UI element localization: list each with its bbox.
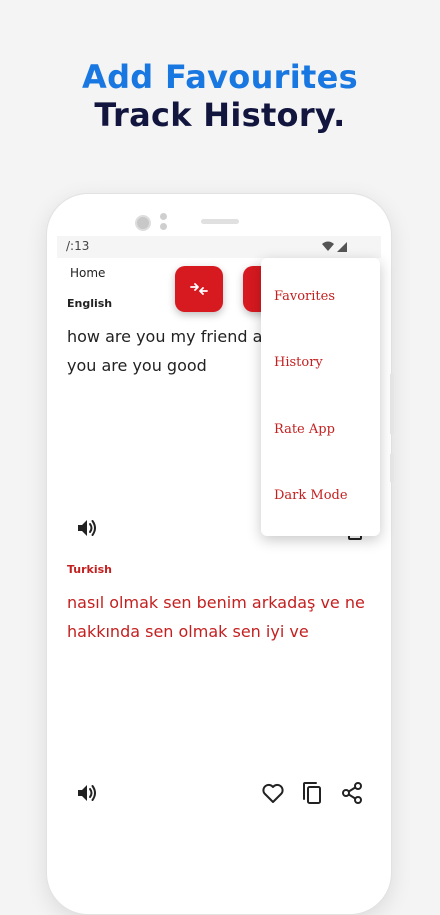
promo-headline-line2: Track History. — [94, 96, 346, 134]
sensor-dot — [160, 213, 167, 220]
phone-side-button — [390, 374, 394, 434]
share-icon[interactable] — [340, 781, 364, 805]
menu-item-dark-mode[interactable]: Dark Mode — [274, 488, 348, 503]
speaker-icon[interactable] — [76, 782, 100, 804]
swap-languages-button[interactable] — [175, 266, 223, 312]
phone-side-button — [390, 454, 394, 482]
app-bar-title: Home — [70, 266, 106, 280]
overflow-menu: Favorites History Rate App Dark Mode — [261, 258, 380, 536]
wifi-icon — [322, 241, 334, 251]
target-language-label: Turkish — [67, 563, 113, 576]
front-camera — [135, 215, 151, 231]
menu-item-rate-app[interactable]: Rate App — [274, 422, 335, 437]
earpiece-speaker — [201, 219, 239, 224]
menu-item-history[interactable]: History — [274, 355, 323, 370]
status-icons — [322, 241, 347, 252]
speaker-icon[interactable] — [76, 517, 100, 539]
signal-icon — [337, 242, 347, 252]
promo-headline-line1: Add Favourites — [82, 58, 358, 96]
copy-icon[interactable] — [300, 780, 324, 806]
source-language-label: English — [67, 297, 113, 310]
heart-icon[interactable] — [261, 782, 285, 804]
status-bar: /:13 — [57, 236, 381, 258]
status-time: /:13 — [66, 239, 90, 253]
translated-text[interactable]: nasıl olmak sen benim arkadaş ve ne hakk… — [67, 588, 377, 646]
sensor-dot — [160, 223, 167, 230]
menu-item-favorites[interactable]: Favorites — [274, 289, 335, 304]
swap-arrows-icon — [190, 283, 208, 295]
